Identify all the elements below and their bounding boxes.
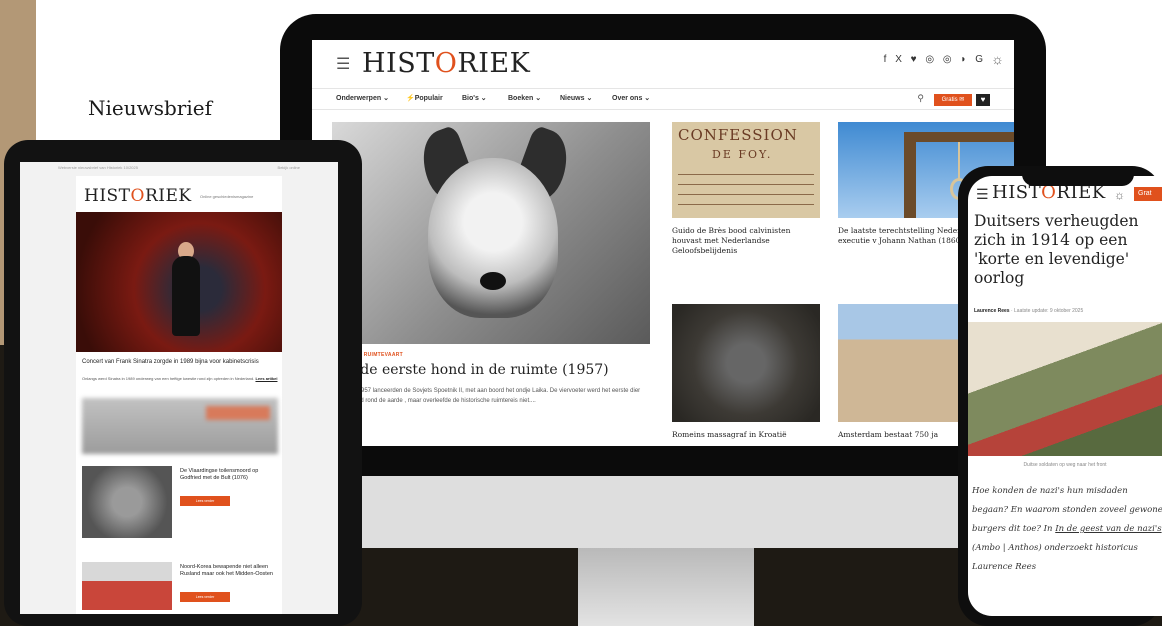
newsletter-item-image[interactable] xyxy=(82,562,172,610)
read-article-link[interactable]: Lees artikel xyxy=(255,376,277,381)
card-image-confession[interactable]: CONFESSION DE FOY. xyxy=(672,122,820,218)
hero-title[interactable]: a – de eerste hond in de ruimte (1957) xyxy=(336,362,609,378)
dog-head xyxy=(428,158,558,318)
article-meta: Laurence Rees · Laatste update: 9 oktobe… xyxy=(974,308,1084,314)
hero-excerpt: vember 1957 lanceerden de Sovjets Spoetn… xyxy=(336,388,641,404)
book-link[interactable]: In de geest van de nazi's xyxy=(1055,524,1161,534)
phone-notch xyxy=(1022,168,1134,186)
menu-icon[interactable]: ☰ xyxy=(976,186,989,203)
social-icons[interactable]: f X ♥ ◎ ◎ ◗ G xyxy=(884,54,986,65)
main-nav: Onderwerpen ⌄ ⚡Populair Bio's ⌄ Boeken ⌄… xyxy=(312,88,1014,110)
monitor-stand xyxy=(578,548,754,626)
card-image-grave[interactable] xyxy=(672,304,820,422)
tablet-newsletter-topbar: Webversie nieuwsbrief van Historiek 10/2… xyxy=(20,162,338,174)
nav-nieuws[interactable]: Nieuws ⌄ xyxy=(560,94,592,102)
theme-toggle-icon[interactable]: ☼ xyxy=(1114,188,1125,202)
desktop-screen: ☰ HISTORIEK f X ♥ ◎ ◎ ◗ G ☼ Onderwerpen … xyxy=(312,40,1014,446)
newsletter-item-title[interactable]: Noord-Korea bewapende niet alleen Ruslan… xyxy=(180,564,276,578)
gallows-post xyxy=(904,132,916,218)
nav-populair[interactable]: ⚡Populair xyxy=(406,94,443,102)
nav-onderwerpen[interactable]: Onderwerpen ⌄ xyxy=(336,94,389,102)
search-icon[interactable]: ⚲ xyxy=(917,93,924,104)
menu-icon[interactable]: ☰ xyxy=(336,54,350,74)
nav-boeken[interactable]: Boeken ⌄ xyxy=(508,94,541,102)
gallows-rope xyxy=(958,142,960,180)
hero-image[interactable] xyxy=(332,122,650,344)
confession-title: CONFESSION xyxy=(678,126,798,144)
site-logo[interactable]: HISTORIEK xyxy=(362,48,530,79)
newsletter-hero-text: Onlangs werd Sinatra in 1989 onderweg va… xyxy=(82,376,278,381)
newsletter-subtitle: Online geschiedenismagazine xyxy=(200,194,254,199)
image-caption: Duitse soldaten op weg naar het front xyxy=(1023,462,1107,468)
newsletter-button[interactable]: Grat xyxy=(1134,187,1162,201)
confession-subtitle: DE FOY. xyxy=(712,148,773,161)
webversion-text: Webversie nieuwsbrief van Historiek 10/2… xyxy=(58,165,138,170)
newsletter-label: Nieuwsbrief xyxy=(88,96,212,120)
article-image xyxy=(968,322,1162,456)
tablet-screen: Webversie nieuwsbrief van Historiek 10/2… xyxy=(20,162,338,614)
newsletter-item-image[interactable] xyxy=(82,466,172,538)
nav-over-ons[interactable]: Over ons ⌄ xyxy=(612,94,650,102)
newsletter-logo[interactable]: HISTORIEK xyxy=(84,186,192,206)
site-header: ☰ HISTORIEK f X ♥ ◎ ◎ ◗ G ☼ xyxy=(312,40,1014,88)
card-title[interactable]: Guido de Brès bood calvinisten houvast m… xyxy=(672,226,822,256)
newsletter-hero-title[interactable]: Concert van Frank Sinatra zorgde in 1989… xyxy=(82,358,278,366)
newsletter-hero-image[interactable] xyxy=(76,212,282,352)
read-more-button[interactable]: Lees verder xyxy=(180,496,230,506)
read-more-button[interactable]: Lees verder xyxy=(180,592,230,602)
singer-figure xyxy=(172,256,200,336)
theme-toggle-icon[interactable]: ☼ xyxy=(991,51,1004,67)
phone-screen: ☰ HISTORIEK ☼ Grat Duitsers verheugden z… xyxy=(968,176,1162,616)
view-online-link[interactable]: Bekijk online xyxy=(278,165,300,170)
monitor-chin xyxy=(280,476,1046,548)
author-link[interactable]: Laurence Rees xyxy=(974,308,1010,314)
dog-nose xyxy=(480,272,506,290)
confession-text-lines xyxy=(678,168,814,212)
blurred-banner-button xyxy=(206,406,270,420)
article-title: Duitsers verheugden zich in 1914 op een … xyxy=(974,212,1139,287)
newsletter-body: HISTORIEK Online geschiedenismagazine Co… xyxy=(76,176,282,614)
nav-bios[interactable]: Bio's ⌄ xyxy=(462,94,487,102)
heart-icon[interactable]: ♥ xyxy=(976,94,990,106)
newsletter-item-title[interactable]: De Vlaardingse toilensmoord op Godfried … xyxy=(180,468,276,482)
card-title[interactable]: Romeins massagraf in Kroatië xyxy=(672,430,822,440)
article-intro: Hoe konden de nazi's hun misdaden begaan… xyxy=(972,486,1162,572)
newsletter-button[interactable]: Gratis ✉ xyxy=(934,94,972,106)
gallows-beam xyxy=(904,132,1014,142)
